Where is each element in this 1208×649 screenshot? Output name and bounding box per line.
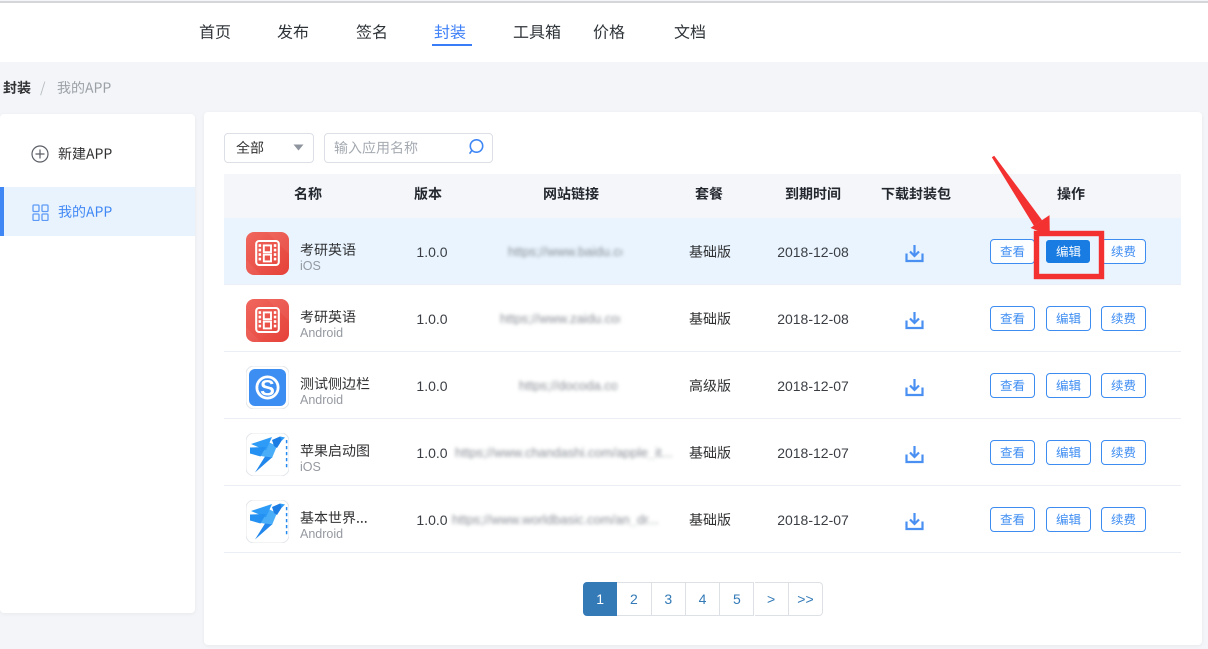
svg-text:S: S — [260, 376, 275, 401]
